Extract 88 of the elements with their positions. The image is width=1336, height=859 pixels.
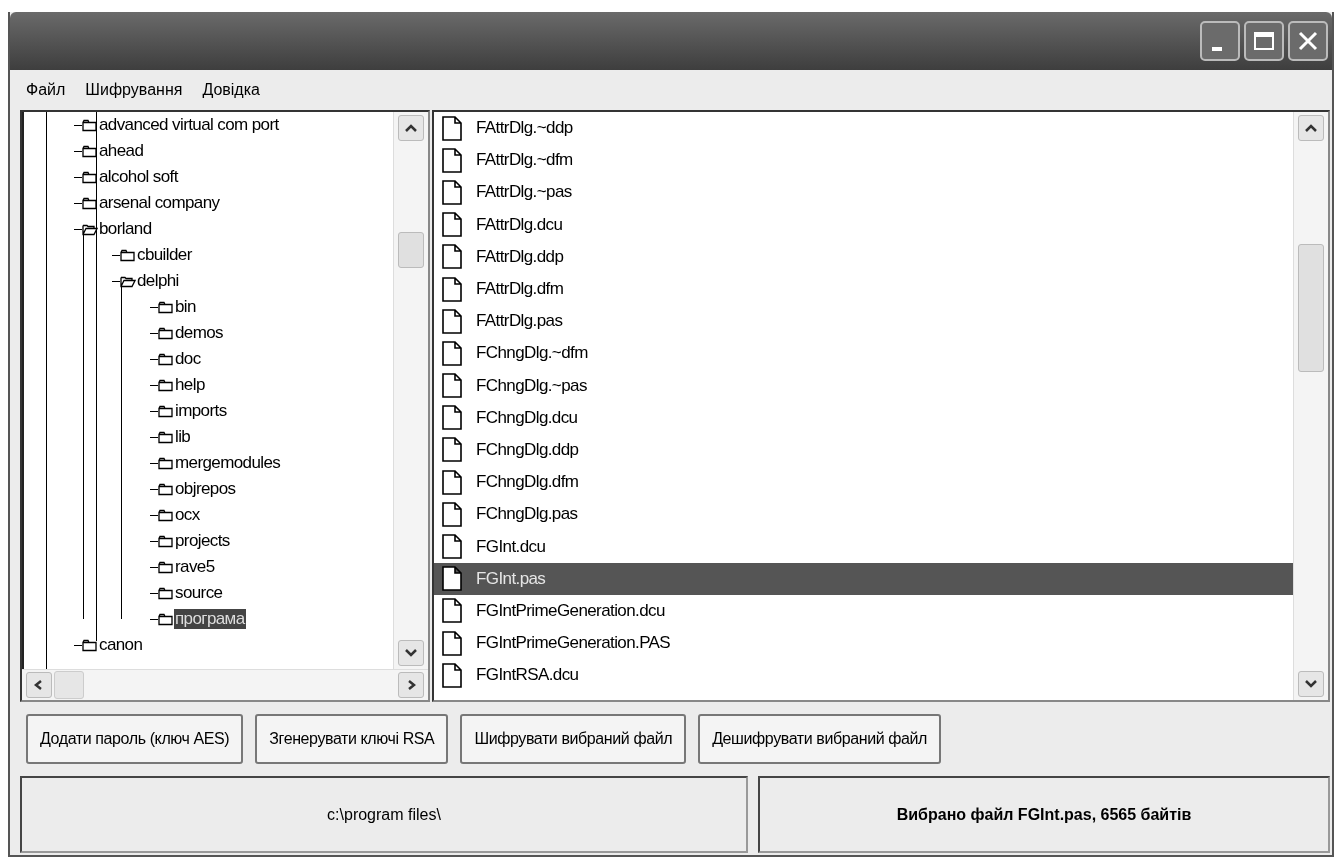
tree-item[interactable]: demos [174,323,225,343]
file-item[interactable]: FAttrDlg.~pas [434,176,1293,209]
file-item[interactable]: FChngDlg.ddp [434,433,1293,467]
file-item[interactable]: FAttrDlg.dcu [434,208,1293,241]
file-item[interactable]: FAttrDlg.~dfm [434,144,1293,177]
scroll-up-button[interactable] [398,115,424,141]
document-icon [442,308,462,334]
tree-item[interactable]: advanced virtual com port [98,115,280,135]
menu-item[interactable]: Шифрування [85,81,183,99]
maximize-icon [1253,31,1275,51]
tree-item[interactable]: delphi [136,271,180,291]
document-icon [442,147,462,173]
menu-item[interactable]: Довідка [202,81,260,99]
tree-item[interactable]: borland [98,219,153,239]
file-item[interactable]: FChngDlg.~dfm [434,337,1293,370]
file-item[interactable]: FAttrDlg.pas [434,305,1293,338]
tree-item[interactable]: alcohol soft [98,167,179,187]
tree-item[interactable]: help [174,375,206,395]
close-icon [1297,30,1319,52]
document-icon [442,501,462,527]
file-item[interactable]: FGInt.dcu [434,530,1293,563]
tree-item[interactable]: imports [174,401,228,421]
tree-item[interactable]: objrepos [174,479,237,499]
scrollbar[interactable] [393,112,428,669]
file-item[interactable]: FChngDlg.~pas [434,369,1293,402]
tree-item[interactable]: ocx [174,505,201,525]
scrollbar[interactable] [1293,112,1328,700]
file-item[interactable]: FChngDlg.dcu [434,401,1293,434]
tree-item[interactable]: canon [98,635,144,655]
action-button[interactable]: Шифрувати вибраний файл [460,714,687,764]
tree-item[interactable]: doc [174,349,202,369]
minimize-icon [1212,47,1222,51]
action-button[interactable]: Згенерувати ключі RSA [255,714,449,764]
tree-item[interactable]: cbuilder [136,245,193,265]
chevron-icon [404,648,418,658]
file-info-status: Вибрано файл FGInt.pas, 6565 байтів [758,776,1330,853]
document-icon [442,405,462,431]
document-icon [442,437,462,463]
tree-item[interactable]: lib [174,427,192,447]
scroll-thumb[interactable] [398,232,424,268]
document-icon [442,534,462,560]
file-item[interactable]: FAttrDlg.ddp [434,240,1293,273]
document-icon [442,179,462,205]
document-icon [442,469,462,495]
document-icon [442,598,462,624]
tree-item[interactable]: projects [174,531,231,551]
file-item[interactable]: FGIntPrimeGeneration.dcu [434,594,1293,627]
scroll-right-button[interactable] [398,672,424,698]
file-item[interactable]: FGIntRSA.dcu [434,659,1293,692]
tree-item[interactable]: ahead [98,141,145,161]
file-item[interactable]: FChngDlg.dfm [434,466,1293,499]
menu-item[interactable]: Файл [26,81,66,99]
document-icon [442,662,462,688]
scroll-thumb[interactable] [1298,244,1324,372]
scroll-down-button[interactable] [1298,671,1324,697]
document-icon [442,630,462,656]
file-item[interactable]: FGIntPrimeGeneration.PAS [434,627,1293,660]
scroll-up-button[interactable] [1298,115,1324,141]
tree-item[interactable]: mergemodules [174,453,282,473]
tree-item[interactable]: arsenal company [98,193,221,213]
document-icon [442,115,462,141]
document-icon [442,276,462,302]
scroll-thumb[interactable] [54,671,84,699]
maximize-button[interactable] [1244,21,1284,61]
action-button[interactable]: Дешифрувати вибраний файл [698,714,942,764]
horizontal-scrollbar[interactable] [22,669,428,700]
document-icon [442,244,462,270]
file-item[interactable]: FAttrDlg.dfm [434,272,1293,306]
minimize-button[interactable] [1200,21,1240,61]
document-icon [442,566,462,592]
chevron-icon [1304,679,1318,689]
chevron-icon [404,123,418,133]
document-icon [442,340,462,366]
document-icon [442,212,462,238]
path-status: c:\program files\ [20,776,748,853]
tree-item[interactable]: source [174,583,224,603]
file-item[interactable]: FChngDlg.pas [434,498,1293,531]
tree-item[interactable]: bin [174,297,197,317]
chevron-icon [1304,123,1318,133]
tree-item[interactable]: програма [174,609,246,629]
file-item[interactable]: FGInt.pas [434,562,1293,595]
close-button[interactable] [1288,21,1328,61]
file-item[interactable]: FAttrDlg.~ddp [434,112,1293,145]
scroll-down-button[interactable] [398,640,424,666]
action-button[interactable]: Додати пароль (ключ AES) [26,714,244,764]
scroll-left-button[interactable] [26,672,52,698]
tree-item[interactable]: rave5 [174,557,216,577]
document-icon [442,373,462,399]
